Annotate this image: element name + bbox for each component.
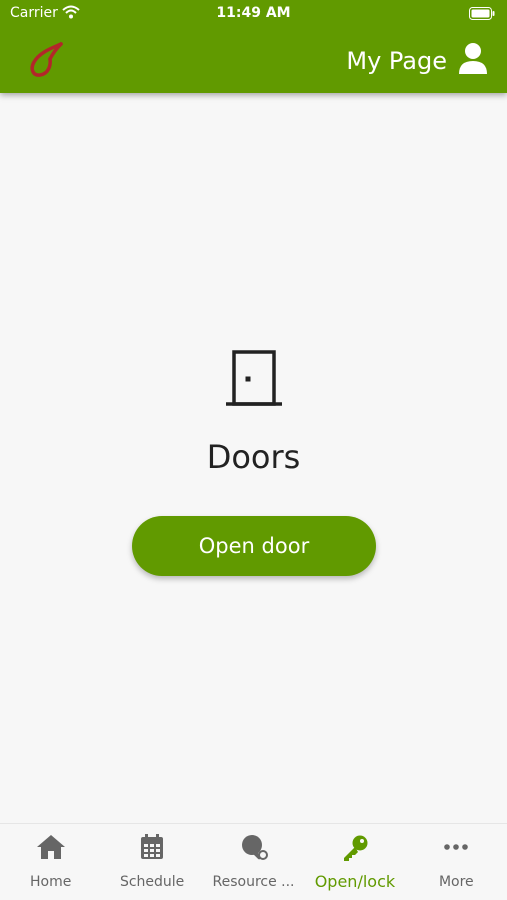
my-page-button[interactable]: My Page [346, 42, 487, 80]
tab-resource-label: Resource ... [212, 874, 295, 890]
user-icon [459, 42, 487, 80]
door-icon [225, 350, 283, 412]
main-content: Doors Open door [0, 93, 507, 823]
drop-logo-icon[interactable] [28, 42, 64, 82]
tab-home-label: Home [30, 874, 72, 890]
table-tennis-icon [240, 834, 268, 866]
tab-home[interactable]: Home [0, 824, 101, 900]
open-door-button[interactable]: Open door [132, 516, 376, 576]
tab-more-label: More [438, 874, 474, 890]
calendar-icon [140, 834, 164, 864]
key-icon [341, 834, 369, 866]
tab-more[interactable]: More [406, 824, 507, 900]
app-header: Carrier 11:49 AM My Page [0, 0, 507, 93]
status-bar: Carrier 11:49 AM [0, 0, 507, 28]
my-page-label: My Page [346, 47, 447, 75]
doors-title: Doors [206, 438, 301, 476]
tab-schedule-label: Schedule [119, 874, 185, 890]
tab-resource[interactable]: Resource ... [203, 824, 304, 900]
tab-schedule[interactable]: Schedule [101, 824, 202, 900]
battery-icon [469, 7, 495, 24]
more-dots-icon [443, 834, 469, 864]
home-icon [36, 834, 66, 864]
tab-open-lock-label: Open/lock [314, 872, 396, 891]
tab-open-lock[interactable]: Open/lock [304, 824, 405, 900]
tab-bar: Home Schedule Resource ... Open/lock Mor… [0, 823, 507, 900]
status-time: 11:49 AM [216, 5, 291, 21]
